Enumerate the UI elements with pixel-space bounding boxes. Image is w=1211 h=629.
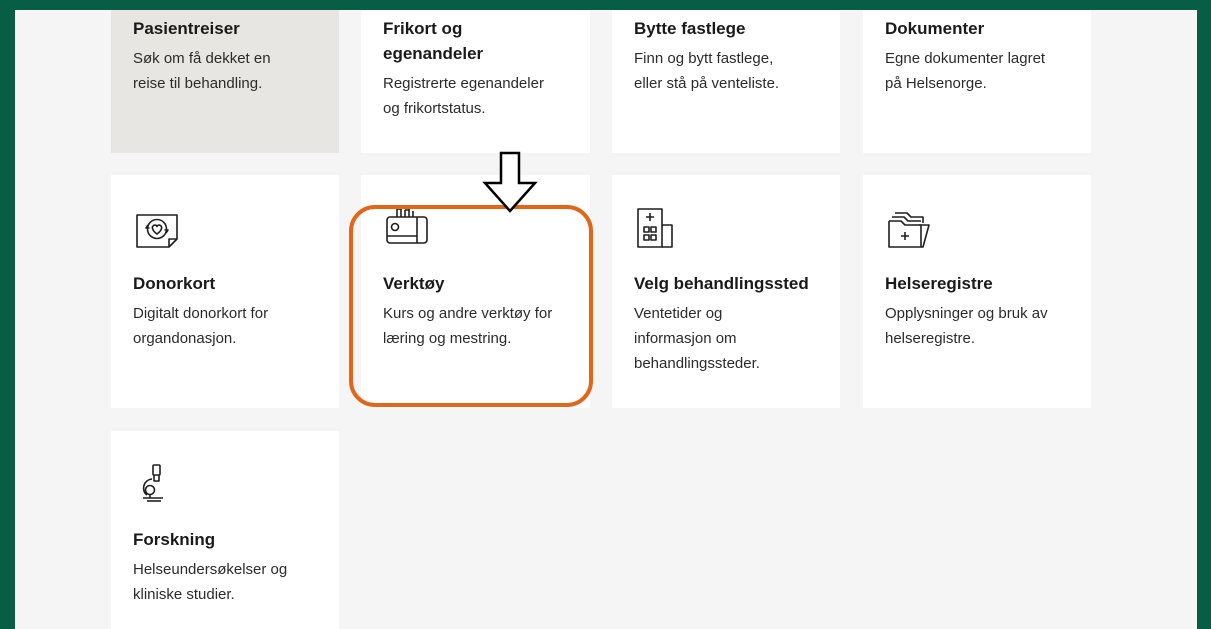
card-velg-behandlingssted[interactable]: Velg behandlingssted Ventetider og infor… [612, 175, 840, 408]
card-description: Helseundersøkelser og kliniske studier. [133, 561, 288, 603]
card-helseregistre[interactable]: Helseregistre Opplysninger og bruk av he… [863, 175, 1091, 408]
hospital-icon [634, 205, 682, 253]
card-title: Donorkort [133, 274, 216, 293]
card-title: Frikort og egenandeler [383, 19, 484, 63]
card-title: Pasientreiser [133, 19, 240, 38]
card-description: Egne dokumenter lagret på Helsenorge. [885, 50, 1046, 92]
card-title: Velg behandlingssted [634, 274, 809, 293]
card-description: Finn og bytt fastlege, eller stå på vent… [634, 50, 780, 92]
card-description: Registrerte egenandeler og frikortstatus… [383, 75, 544, 117]
card-description: Ventetider og informasjon om behandlings… [634, 305, 760, 372]
toolbox-icon [383, 203, 431, 251]
card-title: Dokumenter [885, 19, 985, 38]
card-title: Forskning [133, 530, 216, 549]
card-bytte-fastlege[interactable]: Bytte fastlege Finn og bytt fastlege, el… [612, 10, 840, 153]
donor-card-icon [133, 205, 181, 253]
card-pasientreiser[interactable]: Pasientreiser Søk om få dekket en reise … [111, 10, 339, 153]
card-title: Bytte fastlege [634, 19, 746, 38]
card-verktoy[interactable]: Verktøy Kurs og andre verktøy for læring… [361, 175, 590, 408]
folder-plus-icon [885, 205, 933, 253]
microscope-icon [133, 461, 181, 509]
card-description: Digitalt donorkort for organdonasjon. [133, 305, 269, 347]
card-frikort[interactable]: Frikort og egenandeler Registrerte egena… [361, 10, 590, 153]
card-description: Kurs og andre verktøy for læring og mest… [383, 305, 553, 347]
card-title: Verktøy [383, 274, 445, 293]
card-dokumenter[interactable]: Dokumenter Egne dokumenter lagret på Hel… [863, 10, 1091, 153]
card-description: Søk om få dekket en reise til behandling… [133, 50, 271, 92]
card-description: Opplysninger og bruk av helseregistre. [885, 305, 1048, 347]
card-forskning[interactable]: Forskning Helseundersøkelser og kliniske… [111, 431, 339, 629]
card-title: Helseregistre [885, 274, 993, 293]
page-content: Pasientreiser Søk om få dekket en reise … [15, 10, 1197, 629]
card-donorkort[interactable]: Donorkort Digitalt donorkort for orgando… [111, 175, 339, 408]
